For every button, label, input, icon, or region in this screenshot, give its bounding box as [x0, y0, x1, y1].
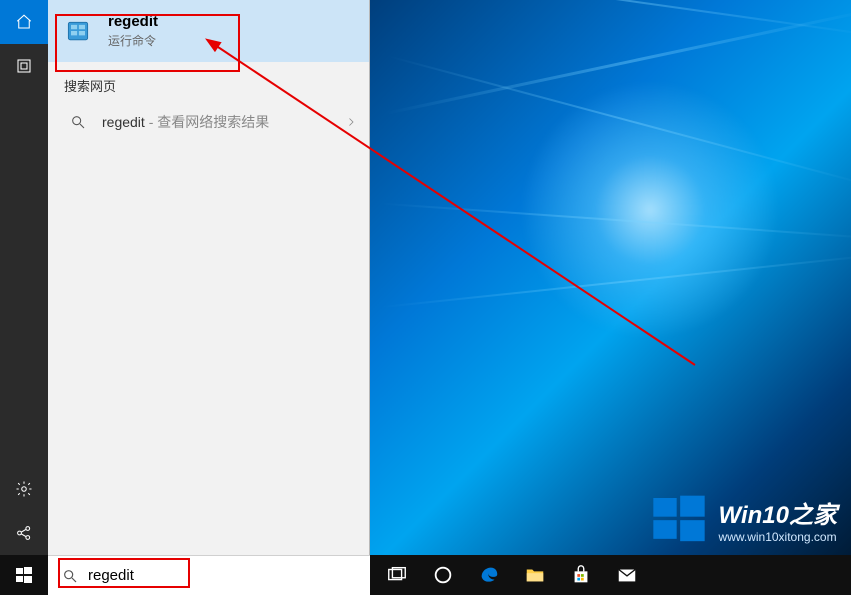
sidebar-home[interactable] [0, 0, 48, 44]
task-view-icon [386, 564, 408, 586]
start-button[interactable] [0, 555, 48, 595]
web-section-header: 搜索网页 [48, 62, 369, 103]
file-explorer-button[interactable] [512, 555, 558, 595]
edge-icon [478, 564, 500, 586]
taskbar-search-box[interactable] [48, 555, 370, 595]
sidebar-apps[interactable] [0, 44, 48, 88]
best-match-title: regedit [108, 13, 158, 30]
file-explorer-icon [524, 564, 546, 586]
cortana-icon [432, 564, 454, 586]
start-sidebar [0, 0, 48, 555]
windows-logo-icon [651, 491, 707, 547]
search-icon [62, 568, 78, 584]
web-search-result[interactable]: regedit - 查看网络搜索结果 [48, 103, 369, 141]
mail-button[interactable] [604, 555, 650, 595]
mail-icon [616, 564, 638, 586]
home-icon [15, 13, 33, 31]
best-match-item[interactable]: regedit 运行命令 [48, 0, 369, 62]
search-input[interactable] [88, 567, 370, 584]
sidebar-share[interactable] [0, 511, 48, 555]
web-result-text: regedit - 查看网络搜索结果 [102, 112, 345, 132]
settings-icon [15, 480, 33, 498]
regedit-icon [62, 15, 94, 47]
chevron-right-icon [345, 116, 357, 128]
edge-button[interactable] [466, 555, 512, 595]
watermark-title: Win10之家 [719, 495, 837, 530]
best-match-subtitle: 运行命令 [108, 32, 158, 49]
taskbar [0, 555, 851, 595]
watermark-url: www.win10xitong.com [719, 530, 837, 544]
watermark: Win10之家 www.win10xitong.com [651, 491, 837, 547]
search-icon [70, 114, 86, 130]
cortana-button[interactable] [420, 555, 466, 595]
task-view-button[interactable] [374, 555, 420, 595]
store-button[interactable] [558, 555, 604, 595]
apps-icon [15, 57, 33, 75]
share-icon [15, 524, 33, 542]
search-results-panel: regedit 运行命令 搜索网页 regedit - 查看网络搜索结果 [48, 0, 370, 555]
windows-start-icon [16, 567, 32, 583]
store-icon [570, 564, 592, 586]
sidebar-settings[interactable] [0, 467, 48, 511]
